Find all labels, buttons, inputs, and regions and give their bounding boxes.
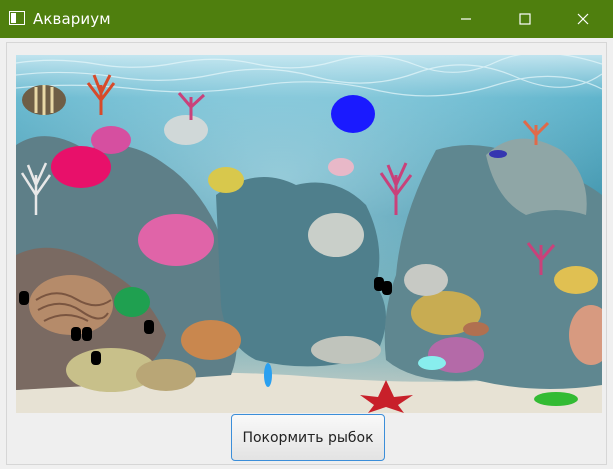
food-particle [82, 327, 92, 341]
feed-fish-button[interactable]: Покормить рыбок [231, 414, 385, 461]
minimize-icon [461, 18, 471, 20]
navy-fish [489, 150, 507, 158]
close-icon [577, 13, 589, 25]
aquarium-canvas[interactable] [16, 55, 602, 413]
maximize-button[interactable] [502, 0, 548, 38]
app-window-icon [9, 11, 25, 25]
food-particle [71, 327, 81, 341]
light-pink-fish [328, 158, 354, 176]
food-particle [144, 320, 154, 334]
window-title: Аквариум [33, 10, 111, 28]
food-particle [91, 351, 101, 365]
title-bar: Аквариум [0, 0, 613, 38]
sky-blue-fish [264, 363, 272, 387]
close-button[interactable] [560, 0, 606, 38]
food-particle [19, 291, 29, 305]
green-fish [114, 287, 150, 317]
pink-fish [51, 146, 111, 188]
cyan-fish [418, 356, 446, 370]
minimize-button[interactable] [443, 0, 489, 38]
blue-fish [331, 95, 375, 133]
brown-fish [463, 322, 489, 336]
food-particle [382, 281, 392, 295]
lime-fish [534, 392, 578, 406]
maximize-icon [519, 13, 531, 25]
